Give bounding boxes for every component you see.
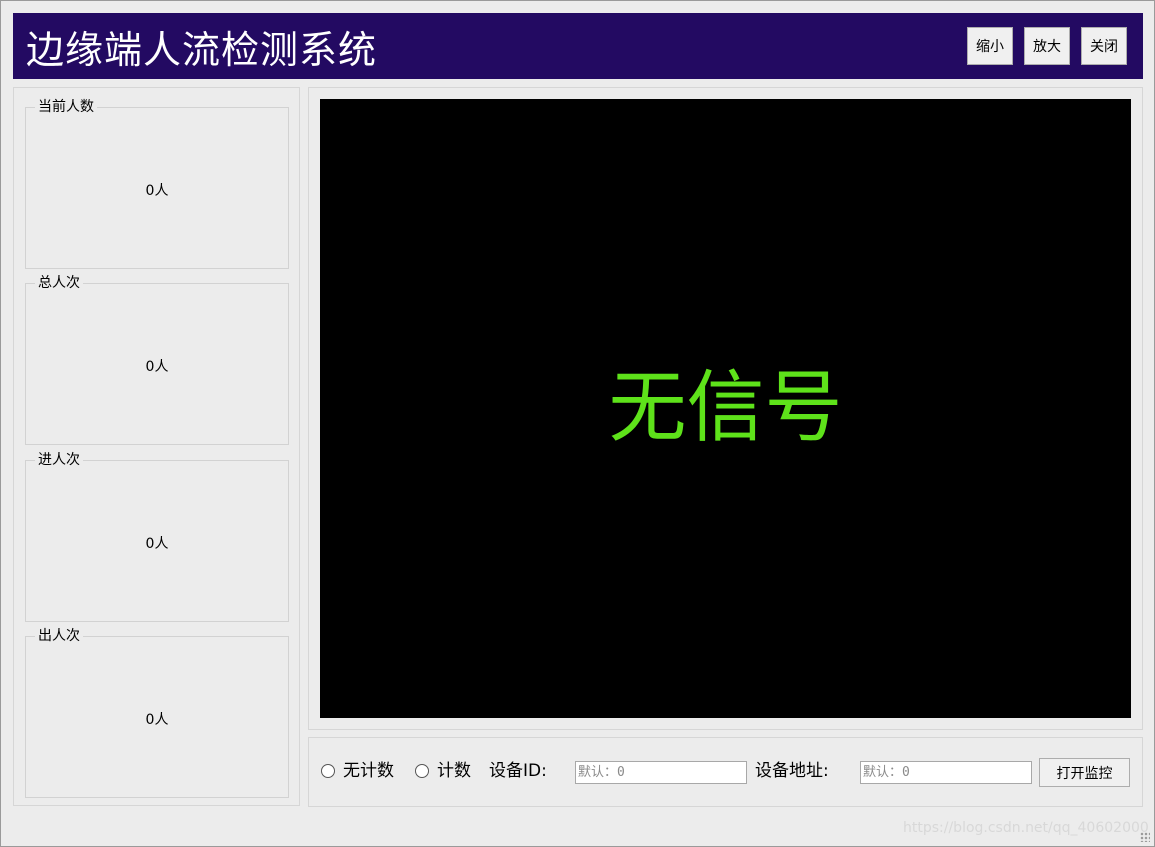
count-radio[interactable] <box>415 764 429 778</box>
no-count-label[interactable]: 无计数 <box>343 760 394 782</box>
video-display: 无信号 <box>320 99 1131 718</box>
enlarge-button[interactable]: 放大 <box>1024 27 1070 65</box>
watermark: https://blog.csdn.net/qq_40602000 <box>903 820 1149 836</box>
total-count-group: 总人次 0人 <box>25 274 289 445</box>
video-panel: 无信号 <box>308 87 1143 730</box>
main-window: 边缘端人流检测系统 缩小 放大 关闭 当前人数 0人 总人次 0人 进人次 0人… <box>0 0 1155 847</box>
device-id-input[interactable]: 默认：0 <box>575 761 747 784</box>
out-count-value: 0人 <box>145 712 169 728</box>
control-bar: 无计数 计数 设备ID: 默认：0 设备地址: 默认：0 打开监控 <box>308 737 1143 807</box>
device-address-input[interactable]: 默认：0 <box>860 761 1032 784</box>
title-bar: 边缘端人流检测系统 缩小 放大 关闭 <box>13 13 1143 79</box>
current-count-group: 当前人数 0人 <box>25 98 289 269</box>
no-signal-text: 无信号 <box>608 363 843 453</box>
total-count-value: 0人 <box>145 359 169 375</box>
app-title: 边缘端人流检测系统 <box>26 28 378 72</box>
total-count-title: 总人次 <box>35 274 83 292</box>
open-monitor-button[interactable]: 打开监控 <box>1039 758 1130 787</box>
device-id-label: 设备ID: <box>489 761 547 781</box>
in-count-title: 进人次 <box>35 451 83 469</box>
in-count-group: 进人次 0人 <box>25 451 289 622</box>
shrink-button[interactable]: 缩小 <box>967 27 1013 65</box>
stats-panel: 当前人数 0人 总人次 0人 进人次 0人 出人次 0人 <box>13 87 300 806</box>
close-button[interactable]: 关闭 <box>1081 27 1127 65</box>
count-label[interactable]: 计数 <box>437 760 471 782</box>
current-count-value: 0人 <box>145 183 169 199</box>
resize-grip-icon[interactable] <box>1140 832 1150 842</box>
out-count-group: 出人次 0人 <box>25 627 289 798</box>
out-count-title: 出人次 <box>35 627 83 645</box>
device-address-label: 设备地址: <box>755 761 829 781</box>
no-count-radio[interactable] <box>321 764 335 778</box>
in-count-value: 0人 <box>145 536 169 552</box>
current-count-title: 当前人数 <box>35 98 97 116</box>
